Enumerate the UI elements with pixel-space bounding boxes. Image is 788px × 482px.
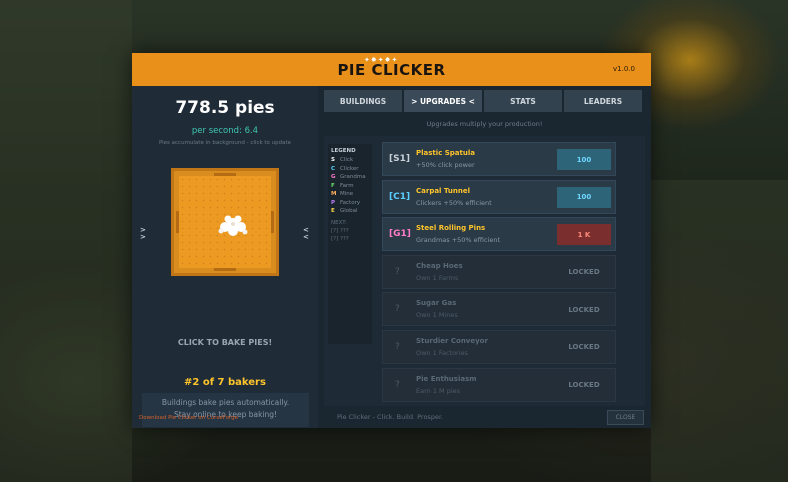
right-panel: BUILDINGS > UPGRADES < STATS LEADERS Upg… [318, 86, 651, 428]
upgrade-code: [C1] [389, 191, 411, 202]
legend-key: G [331, 174, 336, 180]
legend: LEGEND S Click C Clicker G Grandma F Farm M Mine P… [328, 144, 372, 344]
upgrades-subtitle: Upgrades multiply your production! [426, 120, 543, 128]
left-panel: 778.5 pies per second: 6.4 Pies accumula… [132, 86, 318, 428]
upgrade-row: ? Pie Enthusiasm Earn 1 M pies LOCKED [382, 367, 616, 402]
upgrade-row[interactable]: [G1] Steel Rolling Pins Grandmas +50% effi… [382, 217, 616, 252]
upgrade-name: Steel Rolling Pins [416, 224, 486, 233]
legend-next: NEXT: [?] ??? [?] ??? [331, 220, 349, 242]
buy-button[interactable]: 1 K [557, 224, 611, 246]
legend-item: F Farm [331, 183, 369, 189]
tab-bar: BUILDINGS > UPGRADES < STATS LEADERS [324, 90, 642, 112]
buy-button[interactable]: 100 [557, 149, 611, 170]
upgrade-list: [S1] Plastic Spatula +50% click power 100 [C… [382, 142, 616, 405]
upgrade-code: [G1] [389, 229, 411, 240]
bake-instruction: CLICK TO BAKE PIES! [177, 338, 273, 347]
locked-label: LOCKED [568, 381, 600, 390]
pie-clicker-window: ✦✸✦✸✦ PIE CLICKER v1.0.0 778.5 pies per … [132, 53, 651, 428]
title-bar: ✦✸✦✸✦ PIE CLICKER v1.0.0 [132, 53, 651, 86]
close-button[interactable]: CLOSE [607, 410, 644, 425]
upgrade-description: Grandmas +50% efficient [416, 236, 500, 245]
tab-stats[interactable]: STATS [484, 90, 562, 112]
legend-item: G Grandma [331, 174, 369, 180]
legend-label: Mine [340, 191, 354, 197]
buy-button[interactable]: 100 [557, 186, 611, 208]
locked-label: LOCKED [568, 343, 600, 352]
legend-item: S Click [331, 157, 369, 163]
pie-button[interactable] [171, 168, 279, 276]
upgrade-row[interactable]: [S1] Plastic Spatula +50% click power 100 [382, 142, 616, 176]
upgrade-row: ? Cheap Hoes Own 1 Farms LOCKED [382, 254, 616, 289]
upgrade-name: Plastic Spatula [416, 149, 475, 157]
version-label: v1.0.0 [613, 65, 635, 73]
legend-item: P Factory [331, 200, 369, 206]
upgrade-name: Sugar Gas [416, 299, 457, 308]
upgrade-code: [S1] [389, 154, 410, 164]
pie-count: 778.5 pies [175, 98, 275, 118]
legend-key: M [331, 191, 337, 197]
legend-key: E [331, 208, 335, 214]
arrow-left-icon: < < [303, 226, 309, 241]
info-line: Buildings bake pies automatically. [161, 398, 290, 407]
upgrade-name: Cheap Hoes [416, 261, 463, 270]
legend-item: E Global [331, 208, 369, 214]
arrow-right-icon: > > [140, 226, 146, 241]
legend-key: F [331, 182, 335, 189]
upgrade-code: ? [395, 266, 400, 277]
info-box: Buildings bake pies automatically. Stay … [142, 393, 309, 427]
upgrades-content: LEGEND S Click C Clicker G Grandma F Farm M Mine P… [324, 136, 645, 406]
upgrade-row: ? Sugar Gas Own 1 Mines LOCKED [382, 292, 616, 327]
upgrade-code: ? [395, 379, 400, 390]
rank-label: #2 of 7 bakers [184, 377, 266, 388]
legend-item: C Clicker [331, 166, 369, 172]
pie-filling [179, 176, 271, 268]
upgrade-code: ? [395, 341, 400, 352]
legend-key: P [331, 199, 336, 206]
upgrade-row: ? Sturdier Conveyor Own 1 Factories LOCKED [382, 329, 616, 364]
tab-buildings[interactable]: BUILDINGS [324, 90, 402, 112]
upgrade-description: Clickers +50% efficient [416, 198, 492, 207]
legend-title: LEGEND [331, 148, 356, 154]
legend-label: Farm [340, 182, 354, 189]
legend-key: C [331, 165, 336, 172]
legend-key: S [331, 157, 335, 163]
upgrade-name: Pie Enthusiasm [416, 374, 477, 383]
sugar-topping-icon [218, 215, 248, 236]
tab-leaders[interactable]: LEADERS [564, 90, 642, 112]
upgrade-description: Earn 1 M pies [416, 386, 461, 395]
download-link[interactable]: Download Pie Clicker on CurseForge [139, 415, 238, 421]
upgrade-description: Own 1 Factories [416, 348, 468, 357]
legend-label: Global [340, 208, 358, 214]
upgrade-description: +50% click power [416, 161, 475, 169]
legend-label: Click [340, 157, 354, 163]
upgrade-name: Sturdier Conveyor [416, 336, 488, 345]
tab-upgrades[interactable]: > UPGRADES < [404, 90, 482, 112]
sparkle-icon: ✦✸✦✸✦ [364, 56, 399, 64]
upgrade-code: ? [395, 304, 400, 315]
upgrade-name: Carpal Tunnel [416, 186, 470, 195]
upgrade-description: Own 1 Farms [416, 273, 459, 282]
locked-label: LOCKED [568, 305, 600, 314]
background-note: Pies accumulate in background - click to… [158, 140, 292, 146]
legend-item: M Mine [331, 191, 369, 197]
legend-label: Grandma [340, 174, 366, 180]
per-second-rate: per second: 6.4 [191, 126, 259, 136]
locked-label: LOCKED [568, 268, 600, 277]
upgrade-row[interactable]: [C1] Carpal Tunnel Clickers +50% efficient… [382, 179, 616, 214]
footer-tagline: Pie Clicker - Click. Build. Prosper. [337, 413, 444, 421]
legend-label: Clicker [340, 165, 359, 172]
upgrade-description: Own 1 Mines [416, 311, 458, 320]
legend-label: Factory [340, 199, 361, 206]
